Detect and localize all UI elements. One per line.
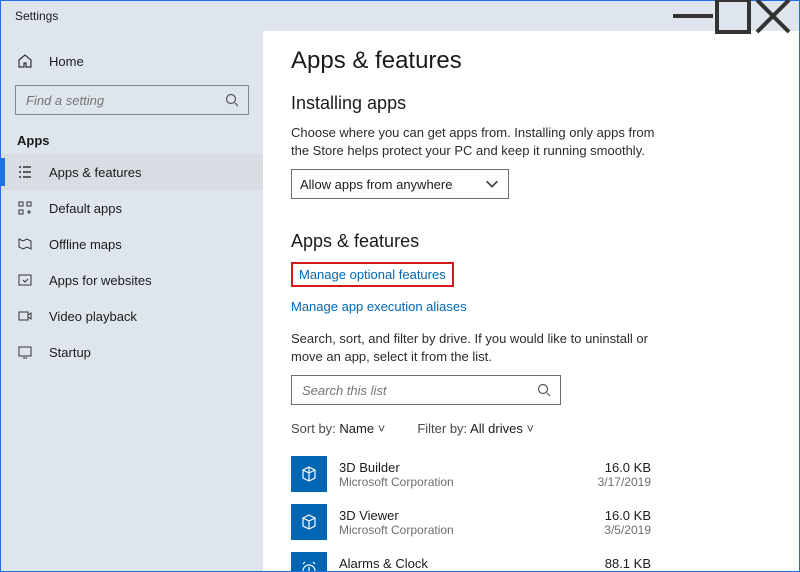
window-title: Settings <box>15 9 58 23</box>
sidebar-item-apps-for-websites[interactable]: Apps for websites <box>1 262 263 298</box>
sidebar-item-startup[interactable]: Startup <box>1 334 263 370</box>
app-size: 16.0 KB <box>598 460 651 475</box>
search-icon <box>536 382 552 398</box>
apps-search-input[interactable] <box>300 382 536 399</box>
sidebar-item-label: Offline maps <box>49 237 122 252</box>
installing-heading: Installing apps <box>291 93 771 114</box>
close-button[interactable] <box>753 1 793 31</box>
app-size: 88.1 KB <box>604 556 651 571</box>
sidebar: Home Apps Apps & features Default apps <box>1 31 263 571</box>
filter-label: Filter by: <box>417 421 467 436</box>
search-icon <box>224 92 240 108</box>
app-date: 3/17/2019 <box>598 475 651 489</box>
maximize-button[interactable] <box>713 1 753 31</box>
app-row-alarms-clock[interactable]: Alarms & Clock Microsoft Corporation 88.… <box>291 546 651 571</box>
home-icon <box>17 53 33 69</box>
app-icon <box>291 552 327 571</box>
startup-icon <box>17 344 33 360</box>
app-publisher: Microsoft Corporation <box>339 523 454 537</box>
apps-section-heading: Apps & features <box>291 231 771 252</box>
minimize-button[interactable] <box>673 1 713 31</box>
page-title: Apps & features <box>291 47 771 75</box>
main-content: Apps & features Installing apps Choose w… <box>263 31 799 571</box>
sidebar-search-input[interactable] <box>24 92 224 109</box>
sidebar-home[interactable]: Home <box>1 43 263 79</box>
app-size: 16.0 KB <box>604 508 651 523</box>
app-icon <box>291 504 327 540</box>
sort-label: Sort by: <box>291 421 336 436</box>
sidebar-item-label: Apps for websites <box>49 273 152 288</box>
apps-search[interactable] <box>291 375 561 405</box>
app-row-3d-viewer[interactable]: 3D Viewer Microsoft Corporation 16.0 KB … <box>291 498 651 546</box>
dropdown-value: Allow apps from anywhere <box>300 177 452 192</box>
defaults-icon <box>17 200 33 216</box>
app-publisher: Microsoft Corporation <box>339 475 454 489</box>
sidebar-section-heading: Apps <box>1 125 263 154</box>
sidebar-item-label: Default apps <box>49 201 122 216</box>
app-date: 3/5/2019 <box>604 523 651 537</box>
chevron-down-icon: ˅ <box>378 421 386 436</box>
window-controls <box>673 1 793 31</box>
sort-by-dropdown[interactable]: Sort by: Name ˅ <box>291 421 385 436</box>
installing-body: Choose where you can get apps from. Inst… <box>291 124 661 159</box>
chevron-down-icon <box>484 176 500 192</box>
map-icon <box>17 236 33 252</box>
list-icon <box>17 164 33 180</box>
app-icon <box>291 456 327 492</box>
sidebar-item-label: Startup <box>49 345 91 360</box>
sidebar-item-label: Apps & features <box>49 165 142 180</box>
sidebar-item-apps-features[interactable]: Apps & features <box>1 154 263 190</box>
manage-optional-features-link[interactable]: Manage optional features <box>291 262 454 287</box>
website-icon <box>17 272 33 288</box>
sort-filter-row: Sort by: Name ˅ Filter by: All drives ˅ <box>291 421 771 436</box>
title-bar: Settings <box>1 1 799 31</box>
manage-app-aliases-link[interactable]: Manage app execution aliases <box>291 299 467 314</box>
app-name: Alarms & Clock <box>339 556 454 571</box>
app-row-3d-builder[interactable]: 3D Builder Microsoft Corporation 16.0 KB… <box>291 450 651 498</box>
sidebar-item-default-apps[interactable]: Default apps <box>1 190 263 226</box>
sidebar-item-offline-maps[interactable]: Offline maps <box>1 226 263 262</box>
sidebar-item-video-playback[interactable]: Video playback <box>1 298 263 334</box>
sidebar-search[interactable] <box>15 85 249 115</box>
video-icon <box>17 308 33 324</box>
installing-source-dropdown[interactable]: Allow apps from anywhere <box>291 169 509 199</box>
filter-by-dropdown[interactable]: Filter by: All drives ˅ <box>417 421 534 436</box>
app-name: 3D Builder <box>339 460 454 475</box>
sort-value: Name <box>339 421 374 436</box>
filter-value: All drives <box>470 421 523 436</box>
apps-section-body: Search, sort, and filter by drive. If yo… <box>291 330 661 365</box>
chevron-down-icon: ˅ <box>526 421 534 436</box>
app-name: 3D Viewer <box>339 508 454 523</box>
sidebar-item-label: Video playback <box>49 309 137 324</box>
sidebar-home-label: Home <box>49 54 84 69</box>
